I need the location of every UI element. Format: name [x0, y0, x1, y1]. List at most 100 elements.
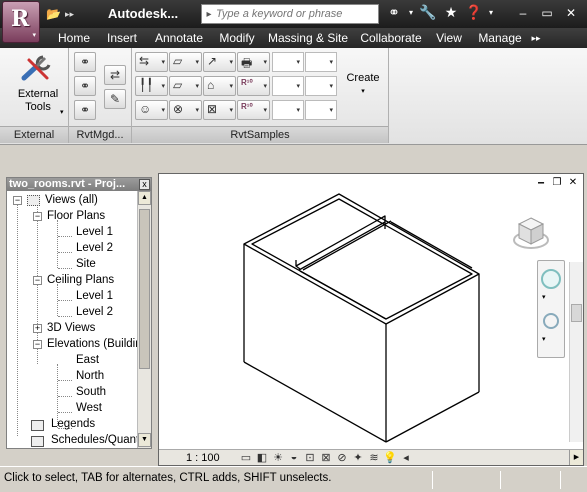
project-browser-close-button[interactable]: x — [139, 179, 150, 190]
tree-item-south[interactable]: South — [76, 384, 106, 400]
open-folder-icon[interactable]: 📂 — [46, 7, 61, 21]
scrollbar-thumb[interactable] — [139, 209, 150, 369]
more-controls-icon[interactable]: ◂ — [399, 451, 413, 464]
expand-ceiling-plans[interactable]: − — [33, 276, 42, 285]
panel-label-external[interactable]: External — [0, 126, 68, 143]
sample-tool-5-button[interactable]: ╿╿ ▾ — [135, 76, 168, 96]
panel-label-rvtmgd[interactable]: RvtMgd... — [69, 126, 131, 143]
close-button[interactable]: ✕ — [562, 5, 580, 22]
sample-tool-3-button[interactable]: ↗ ▾ — [203, 52, 236, 72]
tree-item-legends[interactable]: Legends — [51, 416, 95, 432]
detail-level-icon[interactable]: ▭ — [239, 451, 253, 464]
steering-wheel-dropdown-icon[interactable]: ▾ — [542, 293, 546, 301]
wrench-icon[interactable]: 🔧 — [418, 4, 438, 21]
panel-label-rvtsamples[interactable]: RvtSamples — [132, 126, 388, 143]
tree-item-fp-level-2[interactable]: Level 2 — [76, 240, 113, 256]
tab-massing-site[interactable]: Massing & Site — [266, 28, 350, 48]
project-browser-scrollbar[interactable]: ▲ ▼ — [137, 191, 151, 448]
visual-style-icon[interactable]: ◧ — [255, 451, 269, 464]
search-dropdown-icon[interactable]: ▸ — [202, 9, 216, 20]
sample-tool-10-button[interactable]: ⊗ ▾ — [169, 100, 202, 120]
sun-path-icon[interactable]: ☀ — [271, 451, 285, 464]
sample-dropdown-6[interactable]: ▾ — [305, 100, 337, 120]
application-menu-button[interactable]: R ▾ — [2, 1, 40, 43]
view-close-icon[interactable]: ✕ — [567, 177, 579, 189]
rvtmgd-binoculars-3-icon[interactable]: ⚭ — [74, 100, 96, 120]
star-icon[interactable]: ★ — [441, 4, 461, 21]
tab-view[interactable]: View — [432, 28, 466, 48]
rvtmgd-binoculars-1-icon[interactable]: ⚭ — [74, 52, 96, 72]
binoculars-dropdown-icon[interactable]: ▾ — [407, 8, 415, 17]
tree-item-schedules[interactable]: Schedules/Quantities — [51, 432, 137, 448]
view-scroll-thumb[interactable] — [571, 304, 582, 322]
expand-views-all[interactable]: − — [13, 196, 22, 205]
tree-item-cp-level-1[interactable]: Level 1 — [76, 288, 113, 304]
tree-item-fp-site[interactable]: Site — [76, 256, 96, 272]
rvtmgd-wand-icon[interactable]: ✎ — [104, 89, 126, 109]
sample-tool-11-button[interactable]: ⊠ ▾ — [203, 100, 236, 120]
expand-floor-plans[interactable]: − — [33, 212, 42, 221]
tree-item-ceiling-plans[interactable]: Ceiling Plans — [47, 272, 114, 288]
tab-home[interactable]: Home — [52, 28, 96, 48]
minimize-button[interactable]: – — [514, 5, 532, 22]
tree-item-floor-plans[interactable]: Floor Plans — [47, 208, 105, 224]
scroll-right-icon[interactable]: ▶ — [569, 450, 583, 465]
sample-tool-7-button[interactable]: ⌂ ▾ — [203, 76, 236, 96]
sample-tool-4-button[interactable]: 🖶 ▾ — [237, 52, 270, 72]
rvtmgd-binoculars-2-icon[interactable]: ⚭ — [74, 76, 96, 96]
help-icon[interactable]: ❓ — [464, 4, 484, 21]
sample-tool-1-button[interactable]: ⇆ ▾ — [135, 52, 168, 72]
show-crop-icon[interactable]: ⊠ — [319, 451, 333, 464]
zoom-icon[interactable] — [543, 313, 559, 329]
binoculars-icon[interactable]: ⚭ — [384, 4, 404, 21]
sample-dropdown-3[interactable]: ▾ — [272, 76, 304, 96]
tab-more[interactable]: ▸▸ — [528, 28, 544, 48]
viewcube-icon[interactable] — [511, 214, 551, 254]
tree-item-elevations[interactable]: Elevations (Building Elevation) — [47, 336, 137, 352]
sample-tool-12-button[interactable]: R¹⁰ ▾ — [237, 100, 270, 120]
tab-annotate[interactable]: Annotate — [150, 28, 208, 48]
sample-tool-9-button[interactable]: ☺ ▾ — [135, 100, 168, 120]
expand-3d-views[interactable]: + — [33, 324, 42, 333]
maximize-button[interactable]: ▭ — [538, 5, 556, 22]
search-box[interactable]: ▸ — [201, 4, 379, 24]
external-tools-button[interactable]: External Tools ▾ — [12, 54, 64, 116]
tree-item-cp-level-2[interactable]: Level 2 — [76, 304, 113, 320]
sample-tool-6-button[interactable]: ▱ ▾ — [169, 76, 202, 96]
view-restore-icon[interactable]: ❐ — [551, 177, 563, 189]
sample-tool-8-button[interactable]: R¹⁰ ▾ — [237, 76, 270, 96]
shadows-icon[interactable]: ◒ — [287, 451, 301, 464]
search-input[interactable] — [216, 8, 376, 20]
zoom-dropdown-icon[interactable]: ▾ — [542, 335, 546, 343]
view-scale[interactable]: 1 : 100 — [186, 452, 220, 464]
temp-hide-icon[interactable]: ⊘ — [335, 451, 349, 464]
tree-item-3d-views[interactable]: 3D Views — [47, 320, 95, 336]
help-dropdown-icon[interactable]: ▾ — [487, 8, 495, 17]
rvtmgd-arrows-icon[interactable]: ⇄ — [104, 65, 126, 85]
tab-manage[interactable]: Manage — [476, 28, 524, 48]
crop-view-icon[interactable]: ⊡ — [303, 451, 317, 464]
steering-wheel-icon[interactable] — [541, 269, 561, 289]
tree-item-east[interactable]: East — [76, 352, 99, 368]
create-button[interactable]: Create ▾ — [343, 72, 383, 96]
tree-item-views-all[interactable]: Views (all) — [45, 192, 98, 208]
view-vertical-scrollbar[interactable] — [569, 262, 583, 442]
tree-item-fp-level-1[interactable]: Level 1 — [76, 224, 113, 240]
tree-item-west[interactable]: West — [76, 400, 102, 416]
sample-dropdown-2[interactable]: ▾ — [305, 52, 337, 72]
tab-insert[interactable]: Insert — [100, 28, 144, 48]
view-window[interactable]: 🗕 ❐ ✕ ▾ ▾ 1: 100 ▭ ◧ ☀ ◒ ⊡ ⊠ ⊘ ✦ ≋ 💡 ◂ … — [158, 173, 584, 466]
light-bulb-icon[interactable]: 💡 — [383, 451, 397, 464]
expand-elevations[interactable]: − — [33, 340, 42, 349]
reveal-hidden-icon[interactable]: ✦ — [351, 451, 365, 464]
sample-dropdown-4[interactable]: ▾ — [305, 76, 337, 96]
tab-modify[interactable]: Modify — [214, 28, 260, 48]
tree-item-north[interactable]: North — [76, 368, 104, 384]
scroll-up-icon[interactable]: ▲ — [138, 191, 151, 205]
sample-dropdown-5[interactable]: ▾ — [272, 100, 304, 120]
qat-more-icon[interactable]: ▸▸ — [65, 9, 74, 20]
analysis-icon[interactable]: ≋ — [367, 451, 381, 464]
tab-collaborate[interactable]: Collaborate — [358, 28, 424, 48]
sample-tool-2-button[interactable]: ▱ ▾ — [169, 52, 202, 72]
sample-dropdown-1[interactable]: ▾ — [272, 52, 304, 72]
